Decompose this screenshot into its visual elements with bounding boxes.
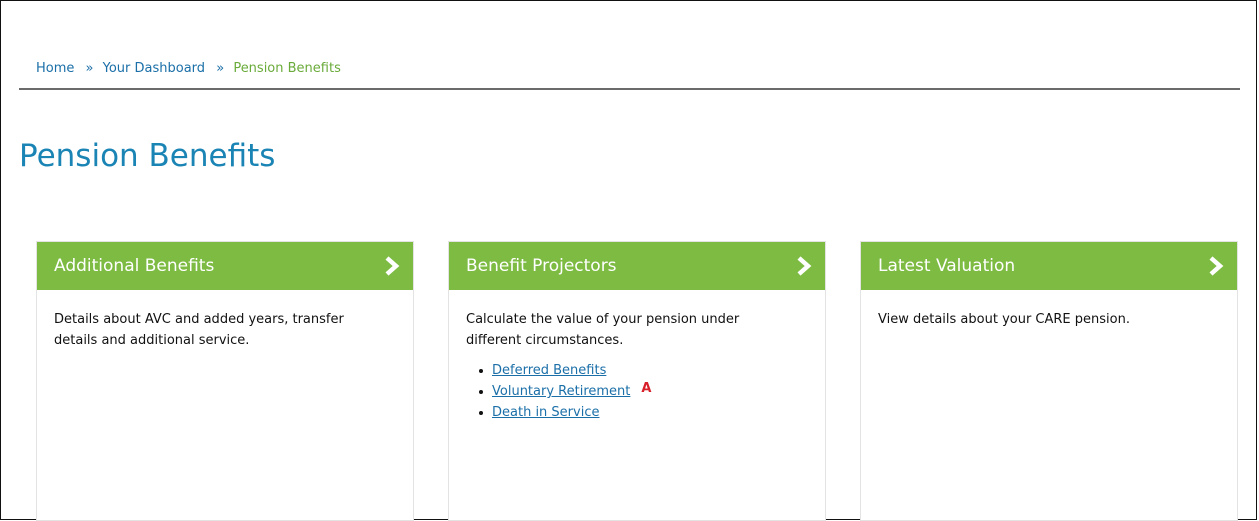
projector-links-list: Deferred Benefits Voluntary Retirement A …: [466, 360, 808, 423]
list-item: Deferred Benefits: [479, 360, 808, 381]
chevron-right-icon[interactable]: [795, 255, 813, 277]
card-header-additional-benefits[interactable]: Additional Benefits: [37, 242, 413, 290]
card-header-latest-valuation[interactable]: Latest Valuation: [861, 242, 1237, 290]
card-title: Benefit Projectors: [466, 256, 617, 276]
list-item: Voluntary Retirement A: [479, 381, 808, 402]
card-description: View details about your CARE pension.: [878, 312, 1130, 327]
card-benefit-projectors: Benefit Projectors Calculate the value o…: [448, 241, 826, 521]
breadcrumb-separator: »: [85, 61, 94, 76]
card-header-benefit-projectors[interactable]: Benefit Projectors: [449, 242, 825, 290]
page-title: Pension Benefits: [19, 138, 276, 174]
chevron-right-icon[interactable]: [383, 255, 401, 277]
breadcrumb: Home » Your Dashboard » Pension Benefits: [36, 60, 341, 78]
breadcrumb-home-link[interactable]: Home: [36, 61, 74, 76]
card-title: Latest Valuation: [878, 256, 1016, 276]
breadcrumb-dashboard-link[interactable]: Your Dashboard: [103, 61, 205, 76]
card-additional-benefits: Additional Benefits Details about AVC an…: [36, 241, 414, 521]
breadcrumb-current: Pension Benefits: [233, 61, 341, 76]
voluntary-retirement-link[interactable]: Voluntary Retirement: [492, 384, 630, 399]
annotation-marker: A: [641, 381, 652, 396]
header-divider: [19, 88, 1240, 90]
deferred-benefits-link[interactable]: Deferred Benefits: [492, 363, 606, 378]
death-in-service-link[interactable]: Death in Service: [492, 405, 599, 420]
breadcrumb-separator: »: [216, 61, 225, 76]
card-title: Additional Benefits: [54, 256, 215, 276]
list-item: Death in Service: [479, 402, 808, 423]
card-description: Details about AVC and added years, trans…: [54, 312, 344, 348]
card-latest-valuation: Latest Valuation View details about your…: [860, 241, 1238, 521]
card-description: Calculate the value of your pension unde…: [466, 312, 740, 348]
chevron-right-icon[interactable]: [1207, 255, 1225, 277]
